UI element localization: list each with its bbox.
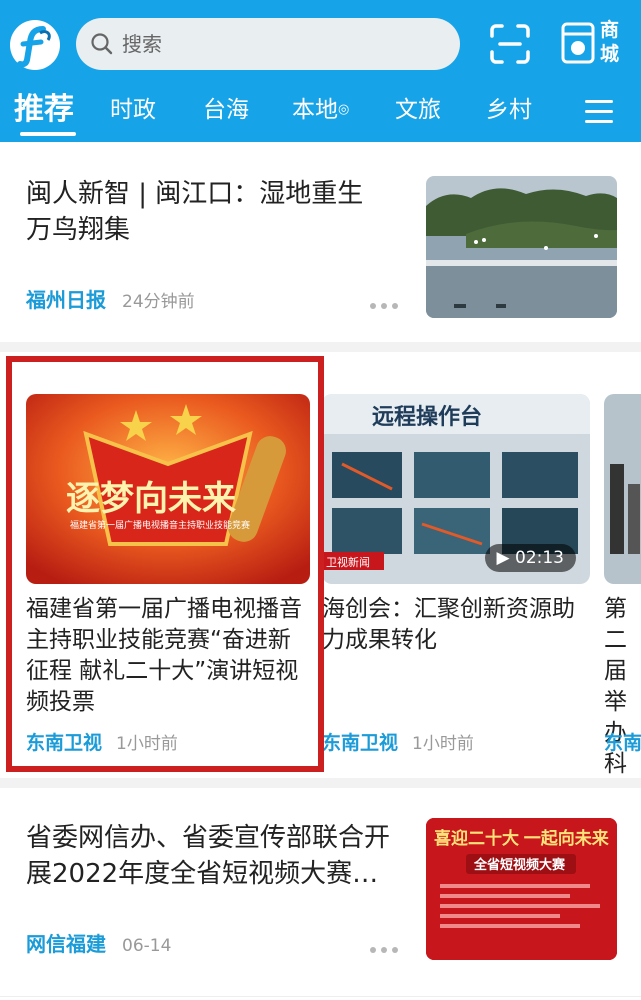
highlight-box <box>6 356 324 772</box>
card-meta: 东南卫视 1小时前 <box>322 728 474 755</box>
more-options-icon[interactable] <box>370 294 404 309</box>
article-source[interactable]: 福州日报 <box>26 288 106 312</box>
card-source[interactable]: 东南卫视 <box>322 732 398 754</box>
screen-banner: 远程操作台 <box>372 404 482 429</box>
app-header: 搜索 商城 推荐 时政 台海 本地◎ 文旅 乡村 <box>0 0 641 142</box>
search-placeholder: 搜索 <box>122 32 162 56</box>
search-input[interactable]: 搜索 <box>76 18 460 70</box>
duration-label: 02:13 <box>515 548 564 568</box>
article-title: 省委网信办、省委宣传部联合开展2022年度全省短视频大赛… <box>26 823 391 889</box>
card-meta: 东南 <box>604 728 641 755</box>
article-thumbnail <box>426 176 617 318</box>
wetland-photo-icon <box>426 176 617 318</box>
poster-title: 喜迎二十大 一起向未来 <box>434 828 610 848</box>
tab-culture-travel[interactable]: 文旅 <box>395 88 441 132</box>
card-title: 海创会：汇聚创新资源助力成果转化 <box>322 596 575 653</box>
scan-icon[interactable] <box>488 22 532 66</box>
card-thumbnail: 远程操作台 卫视新闻 ▶ 02:13 <box>322 394 590 584</box>
article-meta: 网信福建 06-14 <box>26 928 171 957</box>
category-tabs: 推荐 时政 台海 本地◎ 文旅 乡村 <box>0 88 641 138</box>
tab-local[interactable]: 本地◎ <box>292 88 349 132</box>
mall-label: 商城 <box>600 19 620 65</box>
video-duration: ▶ 02:13 <box>484 544 576 572</box>
app-logo-icon[interactable] <box>10 20 60 70</box>
article-time: 06-14 <box>122 936 172 956</box>
tab-politics[interactable]: 时政 <box>110 88 156 132</box>
active-tab-indicator <box>20 132 76 136</box>
article-thumbnail: 喜迎二十大 一起向未来 全省短视频大赛 <box>426 818 617 960</box>
article-time: 24分钟前 <box>122 292 195 312</box>
card-source[interactable]: 东南 <box>604 732 641 754</box>
more-options-icon[interactable] <box>370 938 404 953</box>
search-icon <box>91 33 113 55</box>
card-thumbnail <box>604 394 641 584</box>
list-item[interactable]: 闽人新智 | 闽江口：湿地重生 万鸟翔集 福州日报 24分钟前 <box>0 142 641 342</box>
channel-tag: 卫视新闻 <box>326 555 370 569</box>
poster-subtitle: 全省短视频大赛 <box>473 857 566 872</box>
mall-icon <box>561 22 595 64</box>
location-pin-icon: ◎ <box>338 102 350 117</box>
mall-button[interactable]: 商城 <box>560 18 630 70</box>
tab-strait[interactable]: 台海 <box>203 88 249 132</box>
list-item[interactable]: 省委网信办、省委宣传部联合开展2022年度全省短视频大赛… 网信福建 06-14 … <box>0 788 641 1000</box>
tab-local-label: 本地 <box>292 97 338 123</box>
card-time: 1小时前 <box>412 734 474 754</box>
divider <box>0 996 641 997</box>
article-source[interactable]: 网信福建 <box>26 932 106 956</box>
tab-recommend[interactable]: 推荐 <box>14 88 74 132</box>
menu-icon[interactable] <box>585 100 613 123</box>
article-title: 闽人新智 | 闽江口：湿地重生 万鸟翔集 <box>26 179 364 245</box>
tab-village[interactable]: 乡村 <box>486 88 532 132</box>
exhibit-photo-icon <box>604 394 641 584</box>
carousel-card[interactable]: 第二届 举办 科技 东南 <box>604 352 641 778</box>
divider <box>0 342 641 352</box>
contest-poster-icon: 喜迎二十大 一起向未来 全省短视频大赛 <box>426 818 617 960</box>
carousel-card[interactable]: 远程操作台 卫视新闻 ▶ 02:13 海创会：汇聚创新资源助力成果转化 东南卫视… <box>322 352 606 778</box>
article-meta: 福州日报 24分钟前 <box>26 284 195 313</box>
divider <box>0 778 641 788</box>
